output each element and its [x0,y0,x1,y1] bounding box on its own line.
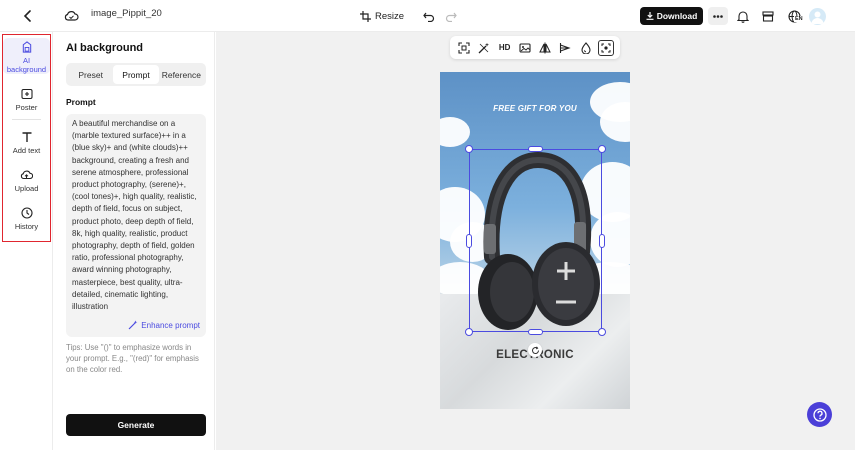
left-rail: AI background Poster Add text Upload His… [0,32,53,450]
enhance-prompt-label: Enhance prompt [141,320,200,330]
upload-icon [20,170,33,180]
image-edit-icon[interactable] [517,40,533,56]
rail-item-label: AI background [6,56,47,74]
select-area-icon[interactable] [597,39,614,56]
cutout-icon[interactable] [456,40,472,56]
resize-handle-top-right[interactable] [598,145,606,153]
resize-handle-bottom-left[interactable] [465,328,473,336]
text-icon [22,132,31,142]
artboard[interactable]: FREE GIFT FOR YOU ELECTRONIC [440,72,630,409]
image-toolbar: HD [450,36,620,59]
resize-handle-top-left[interactable] [465,145,473,153]
prompt-label: Prompt [66,97,96,107]
resize-label: Resize [375,10,405,22]
cloud-save-icon[interactable] [63,8,79,24]
mode-tabs: Preset Prompt Reference [66,63,206,86]
resize-button[interactable]: Resize [360,8,404,24]
magic-eraser-icon[interactable] [476,40,492,56]
resize-handle-bottom-right[interactable] [598,328,606,336]
opacity-icon[interactable] [578,40,594,56]
ai-background-panel: AI background Preset Prompt Reference Pr… [54,32,215,450]
resize-icon [360,10,371,22]
poster-icon [20,88,33,100]
tab-reference[interactable]: Reference [159,65,204,84]
rail-item-label: History [14,222,39,231]
download-icon [646,12,654,20]
canvas-workspace: HD FREE GIFT FOR YOU [216,32,855,450]
language-badge: EN [794,16,804,22]
tab-preset[interactable]: Preset [68,65,113,84]
rail-item-poster[interactable]: Poster [3,88,50,112]
rail-divider [12,119,41,120]
rail-item-upload[interactable]: Upload [3,169,50,193]
top-bar: image_Pippit_20 Resize Download EN [0,0,855,32]
history-icon [20,207,33,219]
tab-prompt[interactable]: Prompt [113,65,159,84]
help-button[interactable] [807,402,832,427]
resize-handle-top[interactable] [528,146,543,152]
ai-background-icon [22,41,31,53]
magic-wand-icon [128,320,138,330]
rotate-icon [531,345,539,354]
avatar[interactable] [809,8,826,25]
enhance-prompt-button[interactable]: Enhance prompt [128,320,200,330]
undo-icon[interactable] [421,8,437,24]
rail-item-ai-background[interactable]: AI background [3,38,50,74]
rotate-handle[interactable] [528,343,542,357]
download-button[interactable]: Download [640,7,703,25]
language-button[interactable]: EN [785,8,804,24]
redo-icon[interactable] [443,8,459,24]
flip-icon[interactable] [537,40,553,56]
hd-icon[interactable]: HD [497,40,513,56]
generate-button[interactable]: Generate [66,414,206,436]
rail-item-label: Upload [14,184,39,193]
artboard-top-text[interactable]: FREE GIFT FOR YOU [440,104,630,113]
rail-item-add-text[interactable]: Add text [3,131,50,155]
rail-item-label: Poster [15,103,38,112]
rail-item-label: Add text [12,146,41,155]
resize-handle-bottom[interactable] [528,329,543,335]
rail-item-history[interactable]: History [3,207,50,231]
prompt-text[interactable]: A beautiful merchandise on a (marble tex… [72,118,202,313]
help-icon [812,407,827,422]
resize-handle-right[interactable] [599,234,605,248]
more-icon [713,14,723,18]
resize-handle-left[interactable] [466,234,472,248]
back-icon[interactable] [20,8,36,24]
selection-box[interactable] [469,149,602,332]
tips-text: Tips: Use "()" to emphasize words in you… [66,343,199,374]
panel-title: AI background [66,42,144,54]
align-icon[interactable] [557,40,573,56]
file-name[interactable]: image_Pippit_20 [91,8,162,19]
more-options-button[interactable] [708,7,728,25]
inbox-icon[interactable] [760,8,776,24]
bell-icon[interactable] [735,8,751,24]
prompt-textarea[interactable]: A beautiful merchandise on a (marble tex… [66,114,206,337]
download-label: Download [656,11,698,21]
cloud [440,117,470,147]
